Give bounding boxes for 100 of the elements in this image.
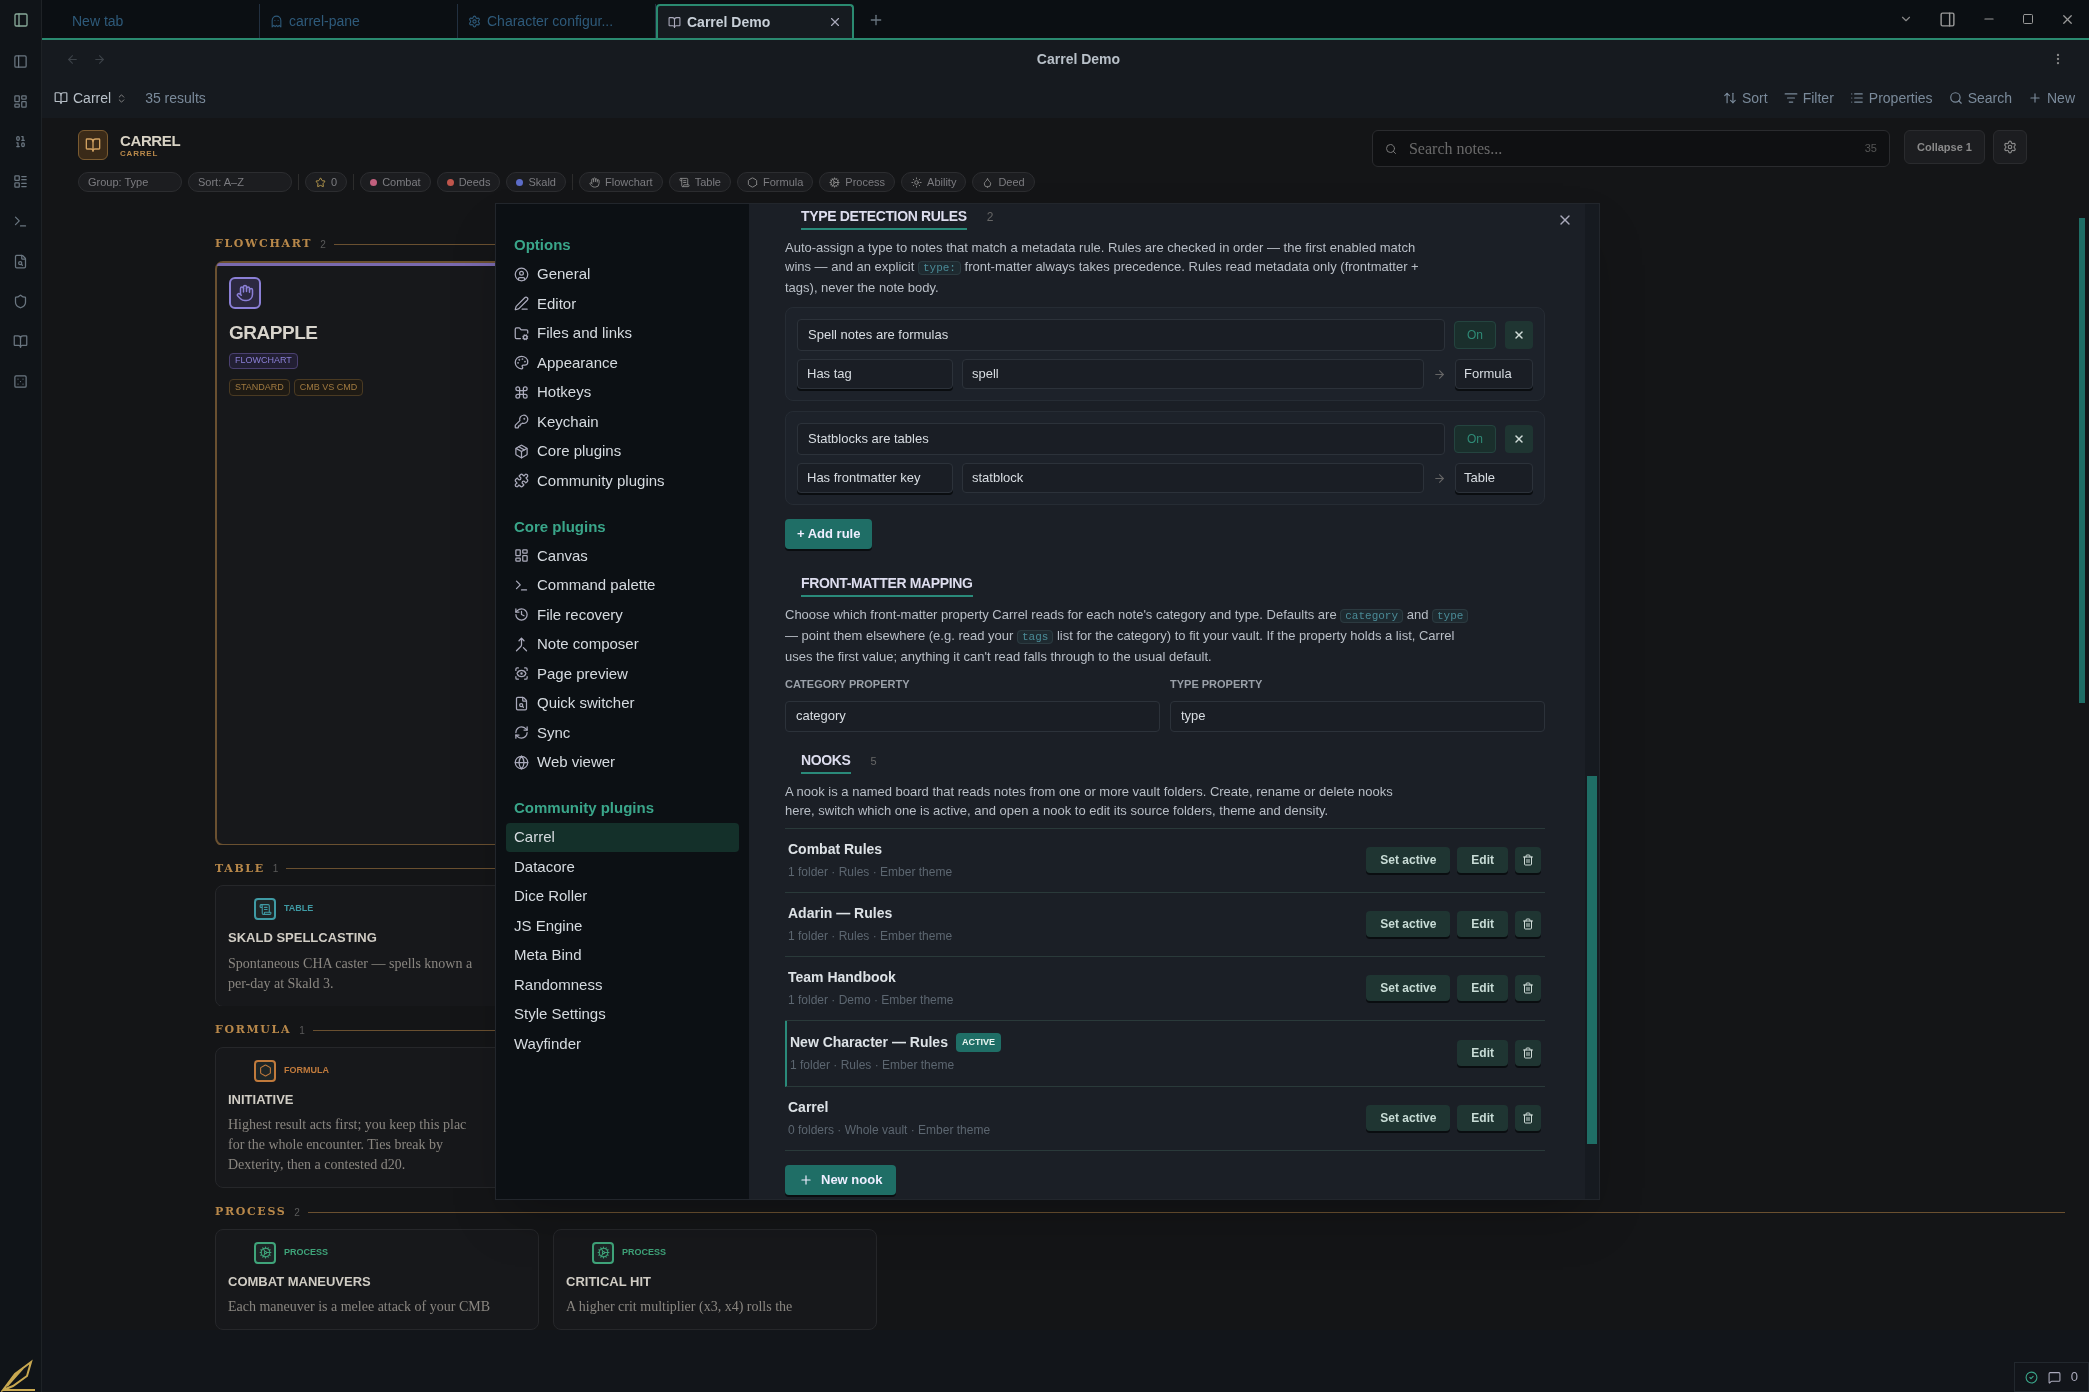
- delete-button[interactable]: [1515, 1040, 1541, 1066]
- rule-name-field[interactable]: Spell notes are formulas: [797, 319, 1445, 351]
- type-select[interactable]: Formula: [1455, 359, 1533, 389]
- type-badge: FLOWCHART: [229, 353, 298, 369]
- layout-icon[interactable]: [13, 54, 28, 69]
- nav-item[interactable]: Appearance: [506, 348, 739, 378]
- nav-item[interactable]: JS Engine: [506, 911, 739, 941]
- book-icon[interactable]: [13, 334, 28, 349]
- scrollbar-thumb[interactable]: [1587, 776, 1597, 1144]
- nav-item[interactable]: Web viewer: [506, 747, 739, 777]
- filter-chip[interactable]: Flowchart: [579, 172, 663, 192]
- nav-item[interactable]: Wayfinder: [506, 1029, 739, 1059]
- edit-button[interactable]: Edit: [1457, 911, 1508, 937]
- nav-item[interactable]: Quick switcher: [506, 688, 739, 718]
- nav-item[interactable]: Page preview: [506, 659, 739, 689]
- sidebar-icon[interactable]: [1939, 10, 1956, 28]
- edit-button[interactable]: Edit: [1457, 1105, 1508, 1131]
- delete-button[interactable]: [1505, 425, 1533, 453]
- delete-button[interactable]: [1515, 975, 1541, 1001]
- delete-button[interactable]: [1515, 847, 1541, 873]
- property-field[interactable]: type: [1170, 700, 1545, 732]
- nav-item[interactable]: Carrel: [506, 822, 739, 852]
- cog-icon: [829, 176, 841, 188]
- nav-item[interactable]: Keychain: [506, 407, 739, 437]
- set-active-button[interactable]: Set active: [1366, 847, 1451, 873]
- nav-item[interactable]: Core plugins: [506, 436, 739, 466]
- maximize-icon[interactable]: [2022, 13, 2034, 25]
- toolbar-button[interactable]: New: [2028, 87, 2075, 109]
- nav-item[interactable]: Hotkeys: [506, 377, 739, 407]
- type-select[interactable]: Table: [1455, 463, 1533, 493]
- type-label: FORMULA: [284, 1064, 329, 1078]
- grid-icon[interactable]: [13, 94, 28, 109]
- toolbar-button[interactable]: Properties: [1849, 87, 1933, 109]
- binary-icon[interactable]: [13, 134, 28, 149]
- add-rule-button[interactable]: + Add rule: [785, 519, 873, 549]
- nav-item[interactable]: Style Settings: [506, 999, 739, 1029]
- nav-item[interactable]: Note composer: [506, 629, 739, 659]
- nook-name: Combat Rules: [788, 840, 883, 859]
- filter-chip[interactable]: 0: [305, 172, 348, 192]
- nav-item[interactable]: Files and links: [506, 318, 739, 348]
- filter-chip[interactable]: Formula: [736, 172, 814, 192]
- nav-item[interactable]: General: [506, 259, 739, 289]
- condition-select[interactable]: Has frontmatter key: [797, 463, 953, 493]
- section-heading: TABLE: [215, 860, 265, 877]
- nav-item[interactable]: Datacore: [506, 852, 739, 882]
- nav-item[interactable]: File recovery: [506, 600, 739, 630]
- toolbar-button[interactable]: Search: [1948, 87, 2012, 109]
- filter-chip[interactable]: Table: [668, 172, 731, 192]
- dice-icon[interactable]: [13, 374, 28, 389]
- nav-item[interactable]: Dice Roller: [506, 881, 739, 911]
- filter-chip[interactable]: Skald: [506, 172, 566, 192]
- set-active-button[interactable]: Set active: [1366, 1105, 1451, 1131]
- value-field[interactable]: spell: [962, 359, 1424, 389]
- view-title: Carrel Demo: [1035, 49, 1122, 69]
- edit-button[interactable]: Edit: [1457, 1040, 1508, 1066]
- collapse-button[interactable]: Collapse 1: [1903, 130, 1985, 164]
- close-icon[interactable]: [828, 15, 842, 29]
- search-field[interactable]: Search notes... 35: [1371, 130, 1890, 167]
- shield-icon[interactable]: [13, 294, 28, 309]
- nav-item[interactable]: Meta Bind: [506, 940, 739, 970]
- tag-label: STANDARD: [229, 378, 290, 396]
- filter-chip[interactable]: Ability: [901, 172, 967, 192]
- condition-select[interactable]: Has tag: [797, 359, 953, 389]
- filter-chip[interactable]: Deed: [972, 172, 1035, 192]
- rule-name-field[interactable]: Statblocks are tables: [797, 423, 1445, 455]
- set-active-button[interactable]: Set active: [1366, 911, 1451, 937]
- toolbar-button[interactable]: Filter: [1783, 87, 1834, 109]
- delete-button[interactable]: [1515, 911, 1541, 937]
- set-active-button[interactable]: Set active: [1366, 975, 1451, 1001]
- sidebar-toggle-icon[interactable]: [12, 12, 29, 28]
- file-search-icon[interactable]: [13, 254, 28, 269]
- nav-item[interactable]: Command palette: [506, 570, 739, 600]
- filter-chip[interactable]: Group: Type: [78, 172, 182, 192]
- filter-chip[interactable]: Sort: A–Z: [188, 172, 292, 192]
- book-icon: [668, 15, 681, 29]
- value-field[interactable]: statblock: [962, 463, 1424, 493]
- tag-label: CMB VS CMD: [293, 378, 364, 396]
- delete-button[interactable]: [1505, 321, 1533, 349]
- nav-item[interactable]: Editor: [506, 289, 739, 319]
- new-tab-icon[interactable]: [868, 12, 884, 28]
- new-nook-button[interactable]: New nook: [785, 1164, 897, 1195]
- edit-button[interactable]: Edit: [1457, 975, 1508, 1001]
- nav-item[interactable]: Randomness: [506, 970, 739, 1000]
- terminal-icon[interactable]: [13, 214, 28, 229]
- filter-chip[interactable]: Process: [819, 172, 896, 192]
- tab[interactable]: Carrel Demo: [656, 4, 854, 38]
- nav-item[interactable]: Community plugins: [506, 466, 739, 496]
- property-field[interactable]: category: [785, 700, 1160, 732]
- delete-button[interactable]: [1515, 1105, 1541, 1131]
- nav-item[interactable]: Canvas: [506, 541, 739, 571]
- filter-chip[interactable]: Deeds: [436, 172, 501, 192]
- arrow-icon: [1433, 471, 1446, 485]
- source-selector[interactable]: Carrel: [54, 87, 128, 109]
- list-icon[interactable]: [13, 174, 28, 189]
- toolbar-button[interactable]: Sort: [1723, 87, 1768, 109]
- filter-chip[interactable]: Combat: [360, 172, 431, 192]
- scrollbar-thumb[interactable]: [2079, 218, 2085, 703]
- settings-button[interactable]: [1993, 130, 2027, 164]
- edit-button[interactable]: Edit: [1457, 847, 1508, 873]
- nav-item[interactable]: Sync: [506, 718, 739, 748]
